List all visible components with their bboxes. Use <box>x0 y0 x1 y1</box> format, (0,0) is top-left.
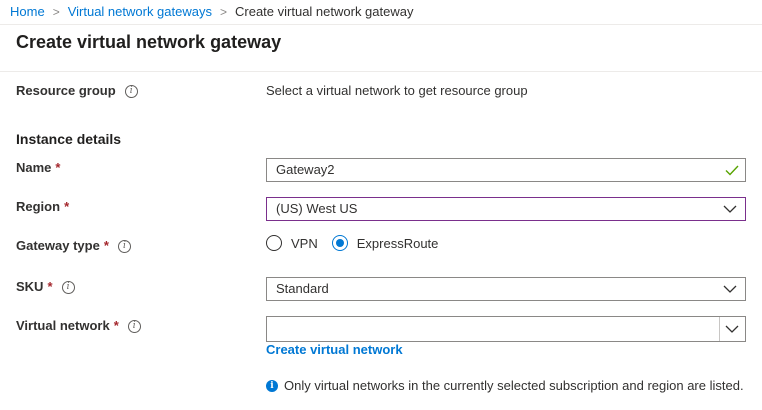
breadcrumb-separator: > <box>52 5 60 19</box>
divider <box>0 71 762 72</box>
virtual-network-note-text: Only virtual networks in the currently s… <box>284 378 744 393</box>
sku-dropdown-value: Standard <box>276 281 329 296</box>
breadcrumb-virtual-network-gateways[interactable]: Virtual network gateways <box>68 4 212 20</box>
radio-label: VPN <box>291 235 318 251</box>
info-icon[interactable]: i <box>61 280 75 294</box>
virtual-network-dropdown[interactable] <box>266 316 746 342</box>
virtual-network-dropdown-button[interactable] <box>719 317 745 341</box>
chevron-down-icon <box>725 325 739 333</box>
gateway-type-label-text: Gateway type <box>16 238 100 253</box>
required-marker: * <box>55 160 61 175</box>
virtual-network-label: Virtual network * i <box>16 318 141 334</box>
chevron-down-icon <box>723 285 737 293</box>
chevron-down-icon <box>723 205 737 213</box>
info-icon[interactable]: i <box>117 239 131 253</box>
resource-group-label: Resource group i <box>16 83 138 99</box>
required-marker: * <box>103 238 109 253</box>
gateway-type-radio-group: VPN ExpressRoute <box>266 235 452 251</box>
name-input[interactable]: Gateway2 <box>266 158 746 182</box>
gateway-type-vpn-radio[interactable]: VPN <box>266 235 318 251</box>
breadcrumb-home[interactable]: Home <box>10 4 45 20</box>
virtual-network-label-text: Virtual network <box>16 318 110 333</box>
sku-label-text: SKU <box>16 279 44 294</box>
required-marker: * <box>113 318 119 333</box>
instance-details-heading: Instance details <box>16 131 122 147</box>
gateway-type-label: Gateway type * i <box>16 238 131 254</box>
name-label: Name * <box>16 160 60 176</box>
region-dropdown-value: (US) West US <box>276 201 358 216</box>
virtual-network-note: i Only virtual networks in the currently… <box>266 378 744 393</box>
info-icon[interactable]: i <box>124 84 138 98</box>
radio-circle-selected[interactable] <box>331 235 348 251</box>
checkmark-icon <box>725 165 739 176</box>
page-title: Create virtual network gateway <box>16 32 282 52</box>
required-marker: * <box>47 279 53 294</box>
radio-label: ExpressRoute <box>356 235 439 251</box>
region-label-text: Region <box>16 199 61 214</box>
sku-label: SKU * i <box>16 279 75 295</box>
name-input-value: Gateway2 <box>276 162 335 177</box>
create-virtual-network-link[interactable]: Create virtual network <box>266 342 403 357</box>
sku-dropdown[interactable]: Standard <box>266 277 746 301</box>
gateway-type-expressroute-radio[interactable]: ExpressRoute <box>331 235 439 251</box>
divider <box>0 24 762 25</box>
resource-group-label-text: Resource group <box>16 83 116 98</box>
required-marker: * <box>64 199 70 214</box>
resource-group-value: Select a virtual network to get resource… <box>266 83 528 98</box>
breadcrumb-separator: > <box>219 5 227 19</box>
region-dropdown[interactable]: (US) West US <box>266 197 746 221</box>
info-icon[interactable]: i <box>127 319 141 333</box>
radio-circle[interactable] <box>266 235 282 251</box>
breadcrumb: Home > Virtual network gateways > Create… <box>10 4 413 20</box>
name-label-text: Name <box>16 160 52 175</box>
region-label: Region * <box>16 199 69 215</box>
breadcrumb-current: Create virtual network gateway <box>235 4 414 19</box>
info-filled-icon: i <box>266 379 278 392</box>
